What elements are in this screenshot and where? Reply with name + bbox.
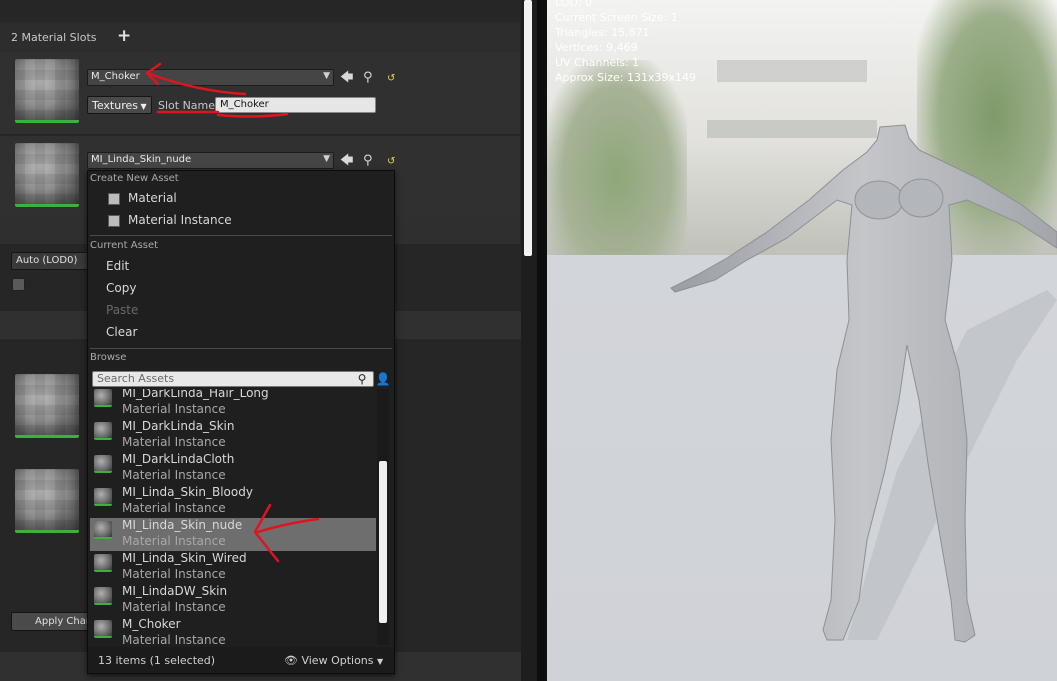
asset-type: Material Instance [122,501,226,515]
material-combo-value: MI_Linda_Skin_nude [91,154,192,165]
use-selected-arrow-icon[interactable]: 🡄 [340,70,353,85]
asset-thumbnail [94,521,112,539]
asset-list-scrollbar-thumb[interactable] [379,461,387,623]
slot-name-label: Slot Name [158,99,216,112]
panel-splitter[interactable] [537,0,547,681]
asset-list-item-selected[interactable]: MI_Linda_Skin_nude Material Instance [90,518,376,551]
asset-thumbnail [94,488,112,506]
asset-thumbnail [94,554,112,572]
menu-divider [90,348,392,349]
asset-name: MI_DarkLindaCloth [122,452,235,466]
chevron-down-icon: ▼ [323,71,330,81]
textures-button[interactable]: Textures ▼ [87,96,152,114]
chevron-down-icon: ▼ [138,102,147,111]
asset-name: MI_DarkLinda_Hair_Long [122,389,269,400]
asset-name: MI_Linda_Skin_Bloody [122,485,253,499]
asset-type: Material Instance [122,567,226,581]
asset-list-item[interactable]: MI_DarkLinda_Skin Material Instance [90,419,376,452]
search-assets-input[interactable]: Search Assets [92,371,374,387]
apply-changes-button[interactable]: Apply Changes [11,612,91,631]
stat-uv-channels: UV Channels: 1 [555,56,640,69]
stat-lod: LOD: 0 [555,0,593,9]
asset-list-item[interactable]: MI_Linda_Skin_Wired Material Instance [90,551,376,584]
asset-type: Material Instance [122,600,226,614]
asset-name: MI_Linda_Skin_Wired [122,551,247,565]
menu-item-clear[interactable]: Clear [106,325,137,339]
asset-thumbnail [94,455,112,473]
material-combo-value: M_Choker [91,71,140,82]
asset-name: MI_LindaDW_Skin [122,584,228,598]
textures-button-label: Textures [92,99,138,112]
material-picker-menu: Create New Asset Material Material Insta… [87,170,395,674]
menu-item-material[interactable]: Material [128,191,177,205]
lod-checkbox[interactable] [12,278,25,291]
view-options-label: View Options [301,654,374,667]
current-asset-header: Current Asset [90,240,159,251]
asset-type: Material Instance [122,435,226,449]
material-slots-header: 2 Material Slots + [0,22,520,52]
asset-type: Material Instance [122,534,226,548]
material-thumbnail[interactable] [15,469,79,533]
asset-list-item[interactable]: MI_DarkLindaCloth Material Instance [90,452,376,485]
search-icon[interactable]: ⚲ [354,371,370,387]
character-chest [854,180,904,220]
slot-name-field[interactable]: M_Choker [215,97,376,113]
asset-type: Material Instance [122,468,226,482]
asset-name: MI_Linda_Skin_nude [122,518,243,532]
chevron-down-icon: ▼ [377,657,384,666]
view-options-button[interactable]: 👁 View Options ▼ [284,654,383,667]
user-icon[interactable]: 👤 [375,371,391,387]
material-icon [108,193,120,205]
asset-thumbnail [94,620,112,638]
asset-list-item[interactable]: MI_DarkLinda_Hair_Long Material Instance [90,389,376,419]
material-slots-count: 2 Material Slots [11,31,97,44]
browse-search-icon[interactable]: ⚲ [363,153,373,168]
create-new-asset-header: Create New Asset [90,173,179,184]
browse-header: Browse [90,352,127,363]
chevron-down-icon: ▼ [323,154,330,164]
character-mesh-preview [670,124,1057,643]
material-asset-combo[interactable]: M_Choker ▼ [87,69,334,86]
material-thumbnail[interactable] [15,59,79,123]
stat-triangles: Triangles: 15,871 [555,26,650,39]
browse-search-icon[interactable]: ⚲ [363,70,373,85]
stat-vertices: Vertices: 9,469 [555,41,638,54]
reset-to-default-icon[interactable]: ↺ [387,154,395,169]
item-count: 13 items (1 selected) [98,654,216,667]
material-thumbnail[interactable] [15,143,79,207]
stat-approx-size: Approx Size: 131x39x149 [555,71,696,84]
stat-screen-size: Current Screen Size: 1 [555,11,678,24]
asset-list: MI_DarkLinda_Hair_Long Material Instance… [90,389,376,647]
asset-list-item[interactable]: M_Choker Material Instance [90,617,376,647]
menu-item-copy[interactable]: Copy [106,281,136,295]
menu-item-paste: Paste [106,303,139,317]
menu-item-material-instance[interactable]: Material Instance [128,213,232,227]
preview-viewport[interactable]: LOD: 0 Current Screen Size: 1 Triangles:… [547,0,1057,681]
menu-footer: 13 items (1 selected) 👁 View Options ▼ [88,647,394,673]
details-scrollbar-thumb[interactable] [524,0,532,256]
asset-type: Material Instance [122,402,226,416]
use-selected-arrow-icon[interactable]: 🡄 [340,153,353,168]
asset-thumbnail [94,587,112,605]
material-thumbnail[interactable] [15,374,79,438]
material-slot-row: M_Choker ▼ 🡄 ⚲ ↺ Textures ▼ Slot Name M_… [0,52,520,134]
asset-list-item[interactable]: MI_LindaDW_Skin Material Instance [90,584,376,617]
asset-thumbnail [94,389,112,407]
material-instance-icon [108,215,120,227]
menu-item-edit[interactable]: Edit [106,259,129,273]
reset-to-default-icon[interactable]: ↺ [387,71,395,86]
asset-type: Material Instance [122,633,226,647]
material-asset-combo[interactable]: MI_Linda_Skin_nude ▼ [87,152,334,169]
add-material-slot-icon[interactable]: + [117,25,131,47]
asset-name: M_Choker [122,617,181,631]
eye-icon: 👁 [284,654,298,667]
menu-divider [90,235,392,236]
character-chest [898,178,944,218]
viewport-stats-overlay: LOD: 0 Current Screen Size: 1 Triangles:… [555,0,696,85]
asset-thumbnail [94,422,112,440]
asset-list-item[interactable]: MI_Linda_Skin_Bloody Material Instance [90,485,376,518]
asset-name: MI_DarkLinda_Skin [122,419,235,433]
